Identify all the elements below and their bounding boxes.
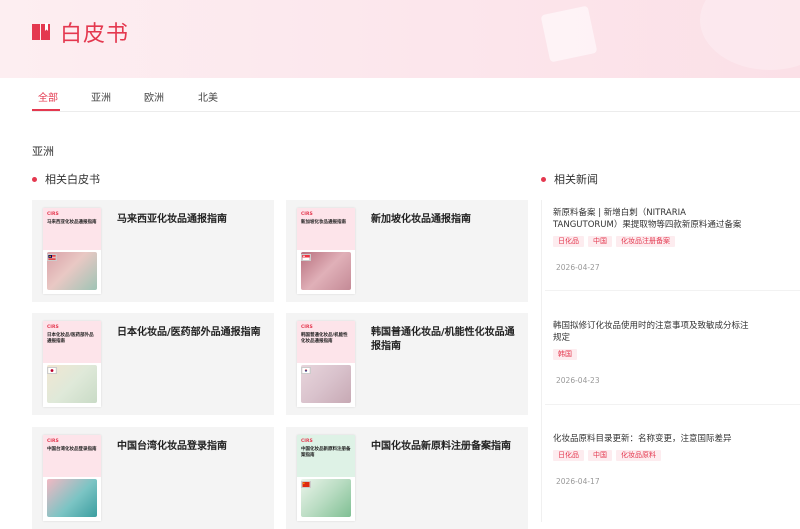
news-title[interactable]: 新原料备案 | 新增白刺（NITRARIA TANGUTORUM）果提取物等四款… [553,207,753,231]
news-date: 2026-04-23 [556,376,600,385]
tab-europe[interactable]: 欧洲 [144,89,164,104]
page-title: 白皮书 [60,22,130,47]
decorative-shape [700,0,800,70]
region-title: 亚洲 [32,145,54,158]
japan-flag-icon [47,367,57,374]
cover-image [47,479,97,517]
whitepaper-cover: CIRS 中国化妆品新原料注册备案指南 [297,435,355,521]
news-date: 2026-04-17 [556,477,600,486]
news-tags: 日化品 中国 化妆品原料 [553,450,753,462]
whitepapers-heading-label: 相关白皮书 [45,173,100,186]
tab-north-america[interactable]: 北美 [198,89,218,104]
brand-logo: CIRS [301,325,313,330]
news-tag[interactable]: 化妆品注册备案 [616,236,675,247]
bullet-dot-icon [541,176,546,182]
whitepaper-title: 韩国普通化妆品/机能性化妆品通报指南 [371,327,515,352]
news-title[interactable]: 韩国拟修订化妆品使用时的注意事项及致敏成分标注规定 [553,320,753,344]
china-flag-icon [301,481,311,488]
news-tags: 韩国 [553,349,753,361]
news-item[interactable]: 化妆品原料目录更新：名称变更，注意国际差异 日化品 中国 化妆品原料 [553,433,753,462]
news-heading: 相关新闻 [541,171,598,187]
page-banner: 白皮书 [0,0,800,78]
whitepaper-title: 中国化妆品新原料注册备案指南 [371,441,511,452]
whitepaper-cover: CIRS 马来西亚化妆品通报指南 [43,208,101,294]
news-title[interactable]: 化妆品原料目录更新：名称变更，注意国际差异 [553,433,753,445]
news-item[interactable]: 韩国拟修订化妆品使用时的注意事项及致敏成分标注规定 韩国 [553,320,753,361]
brand-logo: CIRS [301,439,313,444]
cover-title: 新加坡化妆品通报指南 [301,220,346,225]
column-divider [541,200,542,522]
whitepaper-cover: CIRS 韩国普通化妆品/机能性化妆品通报指南 [297,321,355,407]
whitepaper-card-malaysia[interactable]: CIRS 马来西亚化妆品通报指南 马来西亚化妆品通报指南 [32,200,274,302]
region-tabs: 全部 亚洲 欧洲 北美 [32,78,800,112]
whitepaper-card-china-new-ingredients[interactable]: CIRS 中国化妆品新原料注册备案指南 中国化妆品新原料注册备案指南 [286,427,528,529]
news-tag[interactable]: 中国 [588,450,612,461]
news-divider [545,404,800,405]
news-tag[interactable]: 日化品 [553,450,584,461]
book-icon [32,23,50,40]
news-item[interactable]: 新原料备案 | 新增白刺（NITRARIA TANGUTORUM）果提取物等四款… [553,207,753,248]
news-tag[interactable]: 日化品 [553,236,584,247]
decorative-cube [540,5,598,63]
whitepaper-cover: CIRS 新加坡化妆品通报指南 [297,208,355,294]
whitepaper-card-singapore[interactable]: CIRS 新加坡化妆品通报指南 新加坡化妆品通报指南 [286,200,528,302]
korea-flag-icon [301,367,311,374]
whitepaper-cover: CIRS 日本化妆品/医药部外品通报指南 [43,321,101,407]
malaysia-flag-icon [47,254,57,261]
singapore-flag-icon [301,254,311,261]
news-tag[interactable]: 化妆品原料 [616,450,661,461]
whitepapers-heading: 相关白皮书 [32,171,100,187]
cover-title: 中国化妆品新原料注册备案指南 [301,447,351,458]
whitepaper-title: 中国台湾化妆品登录指南 [117,441,227,452]
whitepaper-card-taiwan[interactable]: CIRS 中国台湾化妆品登录指南 中国台湾化妆品登录指南 [32,427,274,529]
cover-title: 日本化妆品/医药部外品通报指南 [47,333,94,344]
news-heading-label: 相关新闻 [554,173,598,186]
whitepaper-card-japan[interactable]: CIRS 日本化妆品/医药部外品通报指南 日本化妆品/医药部外品通报指南 [32,313,274,415]
whitepaper-title: 新加坡化妆品通报指南 [371,214,471,225]
bullet-dot-icon [32,176,37,182]
whitepaper-card-korea[interactable]: CIRS 韩国普通化妆品/机能性化妆品通报指南 韩国普通化妆品/机能性化妆品通报… [286,313,528,415]
news-tag[interactable]: 韩国 [553,349,577,360]
brand-logo: CIRS [47,325,59,330]
whitepaper-title: 马来西亚化妆品通报指南 [117,214,227,225]
news-divider [545,290,800,291]
active-tab-indicator [32,109,60,111]
news-date: 2026-04-27 [556,263,600,272]
news-tag[interactable]: 中国 [588,236,612,247]
brand-logo: CIRS [47,212,59,217]
news-tags: 日化品 中国 化妆品注册备案 [553,236,753,248]
cover-title: 中国台湾化妆品登录指南 [47,447,97,452]
tab-all[interactable]: 全部 [38,89,58,104]
whitepaper-cover: CIRS 中国台湾化妆品登录指南 [43,435,101,521]
brand-logo: CIRS [47,439,59,444]
cover-title: 马来西亚化妆品通报指南 [47,220,97,225]
brand-logo: CIRS [301,212,313,217]
tab-asia[interactable]: 亚洲 [91,89,111,104]
cover-title: 韩国普通化妆品/机能性化妆品通报指南 [301,333,348,344]
whitepaper-title: 日本化妆品/医药部外品通报指南 [117,327,261,338]
